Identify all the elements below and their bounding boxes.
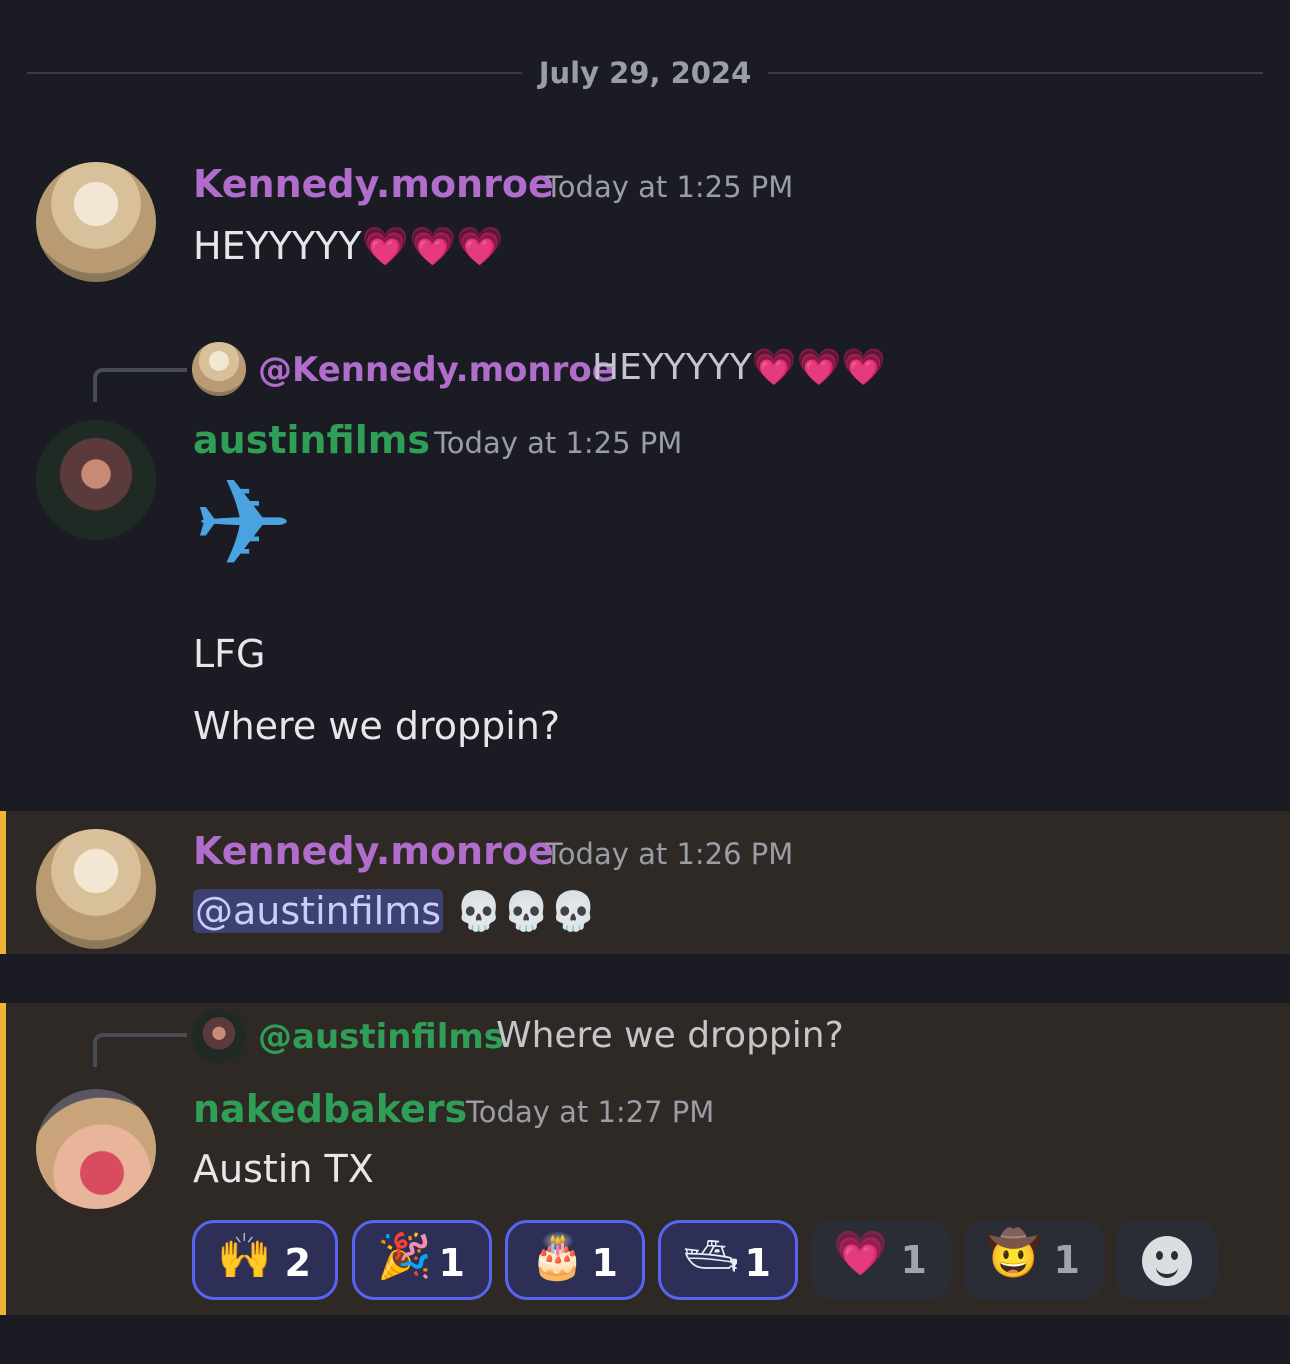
birthday-cake-icon: 🎂 — [530, 1231, 585, 1282]
cowboy-face-icon: 🤠 — [986, 1228, 1041, 1279]
reply-mention[interactable]: @Kennedy.monroe — [258, 350, 615, 390]
reply-avatar — [192, 1009, 246, 1063]
heart-icon: 💗 — [833, 1228, 888, 1279]
reaction-birthday-cake[interactable]: 🎂 1 — [505, 1220, 645, 1300]
message-line: Where we droppin? — [193, 704, 561, 748]
reaction-raising-hands[interactable]: 🙌 2 — [192, 1220, 338, 1300]
reaction-heart[interactable]: 💗 1 — [811, 1220, 951, 1300]
timestamp: Today at 1:25 PM — [545, 170, 794, 204]
reaction-count: 1 — [1053, 1238, 1080, 1282]
reply-preview[interactable]: HEYYYYY💗💗💗 — [592, 346, 886, 388]
avatar[interactable] — [36, 829, 156, 949]
add-reaction-button[interactable] — [1116, 1220, 1218, 1300]
message-mention-highlight[interactable]: Kennedy.monroe Today at 1:26 PM @austinf… — [0, 811, 1290, 954]
avatar[interactable] — [36, 420, 156, 540]
reaction-count: 1 — [744, 1241, 771, 1285]
smiley-icon — [1142, 1236, 1192, 1286]
reaction-cowboy[interactable]: 🤠 1 — [964, 1220, 1104, 1300]
reaction-count: 1 — [900, 1238, 927, 1282]
user-mention[interactable]: @austinfilms — [193, 889, 444, 933]
reply-avatar — [192, 342, 246, 396]
timestamp: Today at 1:26 PM — [545, 837, 794, 871]
author-name[interactable]: Kennedy.monroe — [193, 162, 554, 206]
reaction-count: 1 — [591, 1241, 618, 1285]
reply-text[interactable]: Where we droppin? — [496, 1015, 844, 1056]
reaction-party-popper[interactable]: 🎉 1 — [352, 1220, 492, 1300]
reactions-bar: 🙌 2 🎉 1 🎂 1 🛥 1 💗 1 🤠 1 — [192, 1220, 1222, 1304]
party-popper-icon: 🎉 — [377, 1231, 432, 1282]
reply-connector — [93, 1033, 187, 1067]
reaction-count: 2 — [284, 1241, 311, 1285]
avatar[interactable] — [36, 162, 156, 282]
motor-boat-icon: 🛥 — [683, 1231, 739, 1282]
airplane-emoji: ✈ — [193, 455, 294, 594]
message-content: @austinfilms 💀💀💀 — [193, 889, 597, 934]
heart-emoji: 💗💗💗 — [751, 347, 887, 388]
reply-connector — [93, 368, 187, 402]
message-text: HEYYYYY — [193, 224, 362, 268]
author-name[interactable]: Kennedy.monroe — [193, 829, 554, 873]
heart-emoji: 💗💗💗 — [361, 224, 504, 268]
message[interactable]: Kennedy.monroe Today at 1:25 PM HEYYYYY💗… — [0, 150, 1290, 300]
message-text: Austin TX — [193, 1147, 374, 1191]
divider-line-right — [768, 72, 1263, 74]
reply-text: HEYYYYY — [592, 347, 752, 388]
avatar[interactable] — [36, 1089, 156, 1209]
reaction-count: 1 — [438, 1241, 465, 1285]
reply-mention[interactable]: @austinfilms — [258, 1017, 504, 1057]
date-divider: July 29, 2024 — [27, 52, 1263, 96]
author-name[interactable]: nakedbakers — [193, 1087, 467, 1131]
timestamp: Today at 1:25 PM — [434, 426, 683, 460]
message-content: HEYYYYY💗💗💗 — [193, 224, 504, 269]
raising-hands-icon: 🙌 — [217, 1231, 272, 1282]
message-line: LFG — [193, 632, 266, 676]
timestamp: Today at 1:27 PM — [466, 1095, 715, 1129]
reaction-motor-boat[interactable]: 🛥 1 — [658, 1220, 798, 1300]
skull-emoji: 💀💀💀 — [455, 889, 598, 933]
